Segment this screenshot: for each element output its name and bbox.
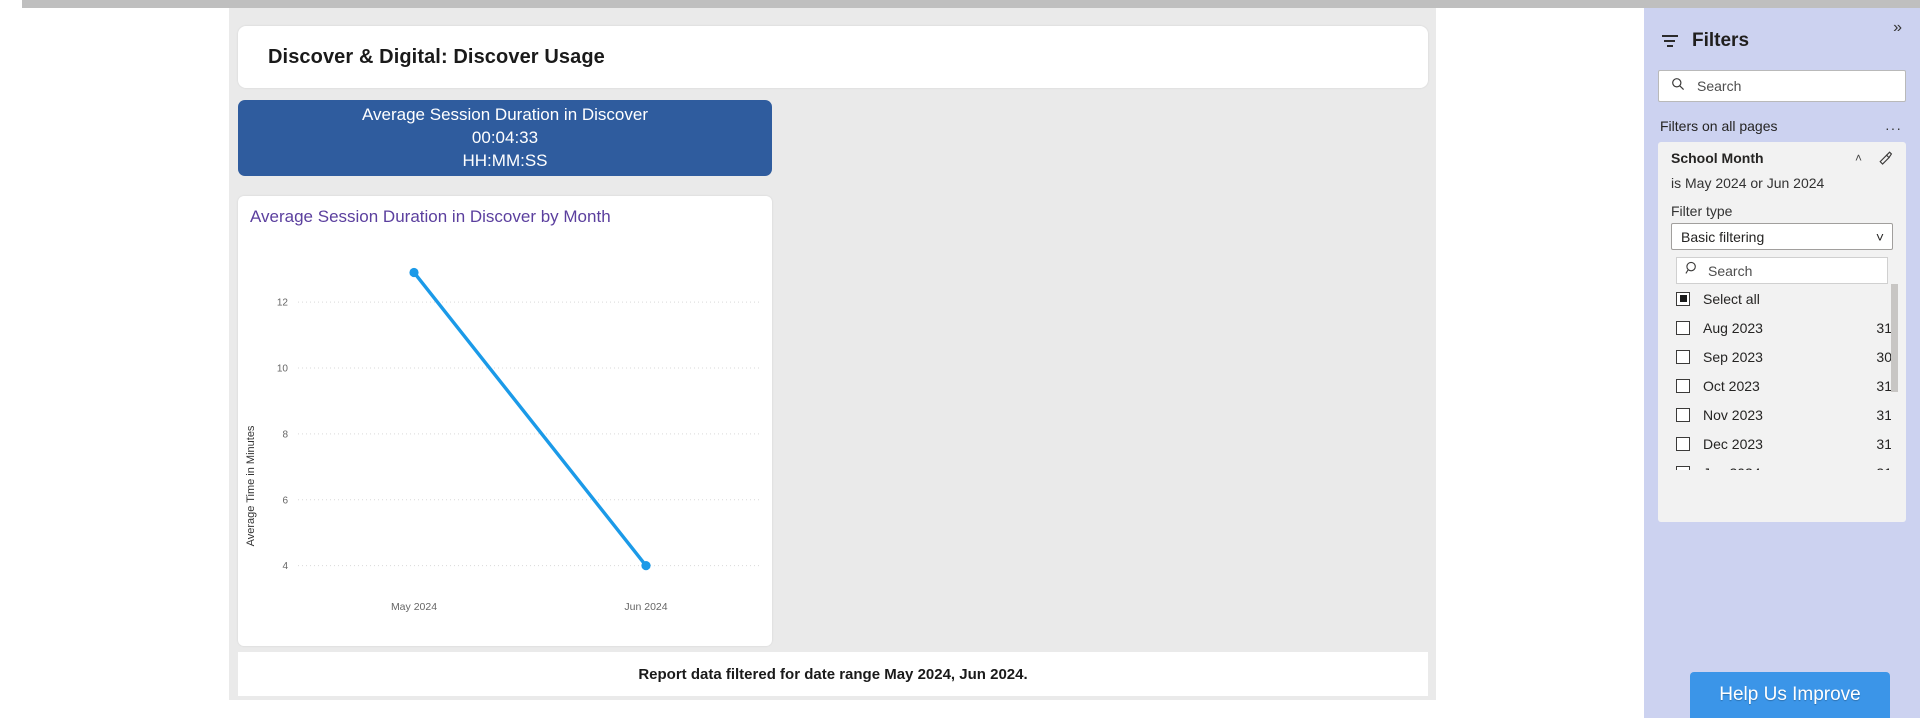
filter-value-label: Aug 2023 <box>1703 320 1876 336</box>
footer-note-text: Report data filtered for date range May … <box>638 666 1027 683</box>
kpi-card-average-session-duration[interactable]: Average Session Duration in Discover 00:… <box>238 100 772 176</box>
y-tick-labels: 12 10 8 6 4 <box>277 298 289 573</box>
checkbox-icon[interactable] <box>1676 379 1690 393</box>
canvas-left-gutter <box>22 8 229 700</box>
filter-value-count: 31 <box>1876 436 1892 452</box>
filter-value-label: Select all <box>1703 291 1892 307</box>
y-tick-label: 6 <box>282 495 288 506</box>
filter-value-label: Nov 2023 <box>1703 407 1876 423</box>
filters-pane-search-placeholder: Search <box>1697 78 1741 94</box>
help-us-improve-label: Help Us Improve <box>1719 684 1861 706</box>
filter-card-header: School Month ˄ <box>1658 150 1906 172</box>
filter-values-list[interactable]: Select allAug 202331Sep 202330Oct 202331… <box>1676 284 1898 470</box>
filters-pane-header: Filters <box>1644 20 1920 62</box>
y-tick-label: 12 <box>277 298 289 309</box>
kpi-value: 00:04:33 <box>472 128 538 148</box>
checkbox-icon[interactable] <box>1676 321 1690 335</box>
filter-value-row[interactable]: Select all <box>1676 284 1898 313</box>
report-title-card: Discover & Digital: Discover Usage <box>238 26 1428 88</box>
x-tick-label: Jun 2024 <box>624 601 667 613</box>
filter-type-label: Filter type <box>1671 203 1906 219</box>
checkbox-icon[interactable] <box>1676 466 1690 471</box>
filter-values-search-placeholder: Search <box>1708 263 1752 279</box>
page-title: Discover & Digital: Discover Usage <box>268 46 605 69</box>
x-tick-label: May 2024 <box>391 601 437 613</box>
filter-value-count: 31 <box>1876 407 1892 423</box>
filter-value-row[interactable]: Nov 202331 <box>1676 400 1898 429</box>
filter-icon <box>1662 32 1680 50</box>
checkbox-icon[interactable] <box>1676 408 1690 422</box>
y-gridlines <box>298 302 762 566</box>
chevron-down-icon: ˅ <box>1876 229 1884 245</box>
filter-value-row[interactable]: Oct 202331 <box>1676 371 1898 400</box>
search-icon <box>1685 261 1699 280</box>
filter-value-label: Dec 2023 <box>1703 436 1876 452</box>
chevron-up-icon[interactable]: ˄ <box>1855 151 1862 165</box>
y-axis-title: Average Time in Minutes <box>245 425 257 546</box>
y-tick-label: 8 <box>282 429 288 440</box>
filter-values-search-box[interactable]: Search <box>1676 257 1888 284</box>
filters-section-more-icon[interactable]: ··· <box>1885 120 1902 136</box>
filter-type-value: Basic filtering <box>1681 229 1764 245</box>
left-window-edge <box>0 0 22 718</box>
filters-pane-search-box[interactable]: Search <box>1658 70 1906 102</box>
line-chart-card[interactable]: Average Session Duration in Discover by … <box>238 196 772 646</box>
checkbox-icon[interactable] <box>1676 292 1690 306</box>
filter-value-count: 31 <box>1876 320 1892 336</box>
filter-value-count: 31 <box>1876 378 1892 394</box>
filter-value-row[interactable]: Sep 202330 <box>1676 342 1898 371</box>
filter-list-scrollbar[interactable] <box>1891 284 1898 470</box>
footer-note-card: Report data filtered for date range May … <box>238 652 1428 696</box>
filter-condition-text: is May 2024 or Jun 2024 <box>1671 175 1906 191</box>
filter-field-name: School Month <box>1671 150 1764 166</box>
kpi-title: Average Session Duration in Discover <box>362 105 648 125</box>
filter-value-row[interactable]: Dec 202331 <box>1676 429 1898 458</box>
filter-value-label: Oct 2023 <box>1703 378 1876 394</box>
y-tick-label: 4 <box>282 561 288 572</box>
checkbox-icon[interactable] <box>1676 350 1690 364</box>
data-point[interactable] <box>409 268 418 277</box>
filter-value-label: Jan 2024 <box>1703 465 1876 471</box>
data-point[interactable] <box>641 561 650 570</box>
data-line-series <box>414 272 646 565</box>
filters-pane-title: Filters <box>1692 30 1749 52</box>
filter-card-school-month[interactable]: School Month ˄ is May 2024 or Jun 2024 F… <box>1658 142 1906 522</box>
line-chart-plot: Average Time in Minutes 12 10 8 6 4 May 2024… <box>238 196 772 646</box>
help-us-improve-button[interactable]: Help Us Improve <box>1690 672 1890 718</box>
filter-type-select[interactable]: Basic filtering ˅ <box>1671 223 1893 250</box>
window-top-bar <box>0 0 1920 8</box>
x-tick-labels: May 2024 Jun 2024 <box>391 601 668 613</box>
y-tick-label: 10 <box>277 364 289 375</box>
filter-value-row[interactable]: Aug 202331 <box>1676 313 1898 342</box>
checkbox-icon[interactable] <box>1676 437 1690 451</box>
filter-value-row[interactable]: Jan 202431 <box>1676 458 1898 470</box>
filter-value-count: 30 <box>1876 349 1892 365</box>
search-icon <box>1671 77 1685 96</box>
filter-value-count: 31 <box>1876 465 1892 471</box>
kpi-unit: HH:MM:SS <box>463 151 548 171</box>
clear-filter-icon[interactable] <box>1878 150 1893 170</box>
filters-on-all-pages-label: Filters on all pages <box>1660 118 1778 134</box>
filter-value-label: Sep 2023 <box>1703 349 1876 365</box>
chevron-double-right-icon[interactable]: » <box>1893 19 1902 37</box>
canvas-right-gutter <box>1436 8 1644 700</box>
filters-pane: Filters » Search Filters on all pages ··… <box>1644 8 1920 718</box>
